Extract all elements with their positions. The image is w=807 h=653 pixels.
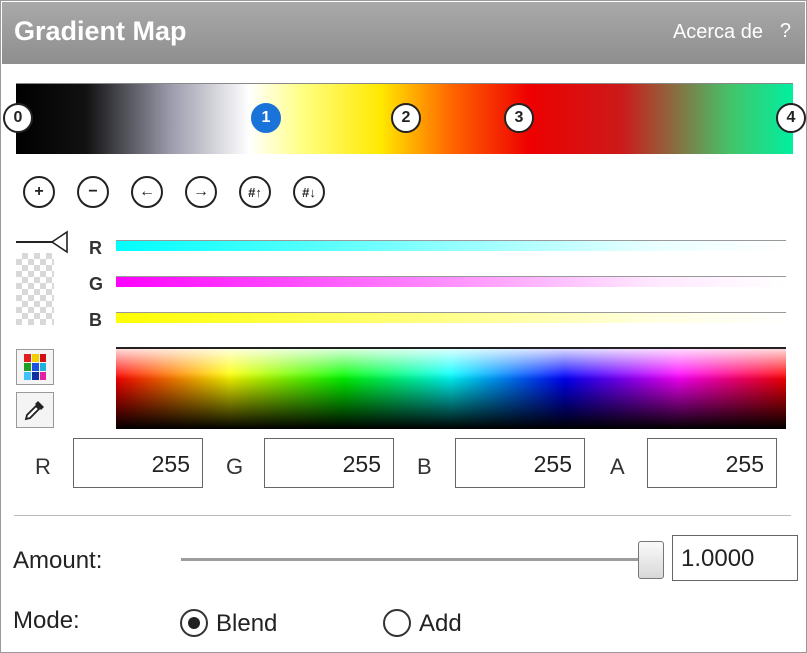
add-stop-icon[interactable]: + (23, 176, 55, 208)
channel-g-bar[interactable] (116, 276, 786, 287)
eyedropper-icon[interactable] (16, 392, 54, 428)
g-value-input[interactable]: 255 (264, 438, 394, 488)
color-palette-icon[interactable] (16, 349, 54, 385)
panel-title: Gradient Map (14, 16, 187, 46)
r-value-input[interactable]: 255 (73, 438, 203, 488)
mode-blend-radio[interactable] (180, 609, 208, 637)
spectrum-fade (116, 349, 786, 379)
mode-add-label[interactable]: Add (419, 610, 462, 638)
alpha-handle-icon[interactable] (16, 229, 68, 255)
gradient-stop-3[interactable]: 3 (504, 103, 534, 133)
b-value-label: B (417, 454, 432, 479)
help-button[interactable]: ? (780, 20, 791, 43)
gradient-stop-0[interactable]: 0 (3, 103, 33, 133)
gradient-map-panel: Gradient Map Acerca de ? 0 1 2 3 4 + − ←… (0, 0, 807, 653)
title-bar: Gradient Map Acerca de ? (2, 2, 805, 64)
a-value-label: A (610, 454, 625, 479)
mode-add-radio[interactable] (383, 609, 411, 637)
gradient-stop-1[interactable]: 1 (251, 103, 281, 133)
amount-input[interactable]: 1.0000 (672, 535, 798, 581)
channel-r-bar[interactable] (116, 240, 786, 251)
channel-r-label: R (89, 238, 102, 258)
gradient-stop-4[interactable]: 4 (776, 103, 806, 133)
sort-up-icon[interactable]: #↑ (239, 176, 271, 208)
amount-slider-track[interactable] (181, 558, 661, 561)
remove-stop-icon[interactable]: − (77, 176, 109, 208)
amount-label: Amount: (13, 547, 103, 574)
channel-b-bar[interactable] (116, 312, 786, 323)
gradient-stop-2[interactable]: 2 (391, 103, 421, 133)
r-value-label: R (35, 454, 51, 479)
alpha-checker-swatch (16, 253, 54, 325)
sort-down-icon[interactable]: #↓ (293, 176, 325, 208)
about-link[interactable]: Acerca de (673, 21, 763, 44)
move-left-icon[interactable]: ← (131, 176, 163, 208)
a-value-input[interactable]: 255 (647, 438, 777, 488)
g-value-label: G (226, 454, 244, 479)
b-value-input[interactable]: 255 (455, 438, 585, 488)
mode-blend-label[interactable]: Blend (216, 610, 277, 638)
section-divider (14, 515, 791, 516)
mode-label: Mode: (13, 607, 80, 634)
move-right-icon[interactable]: → (185, 176, 217, 208)
channel-g-label: G (89, 274, 104, 294)
amount-slider-thumb[interactable] (638, 541, 664, 579)
channel-b-label: B (89, 310, 102, 330)
